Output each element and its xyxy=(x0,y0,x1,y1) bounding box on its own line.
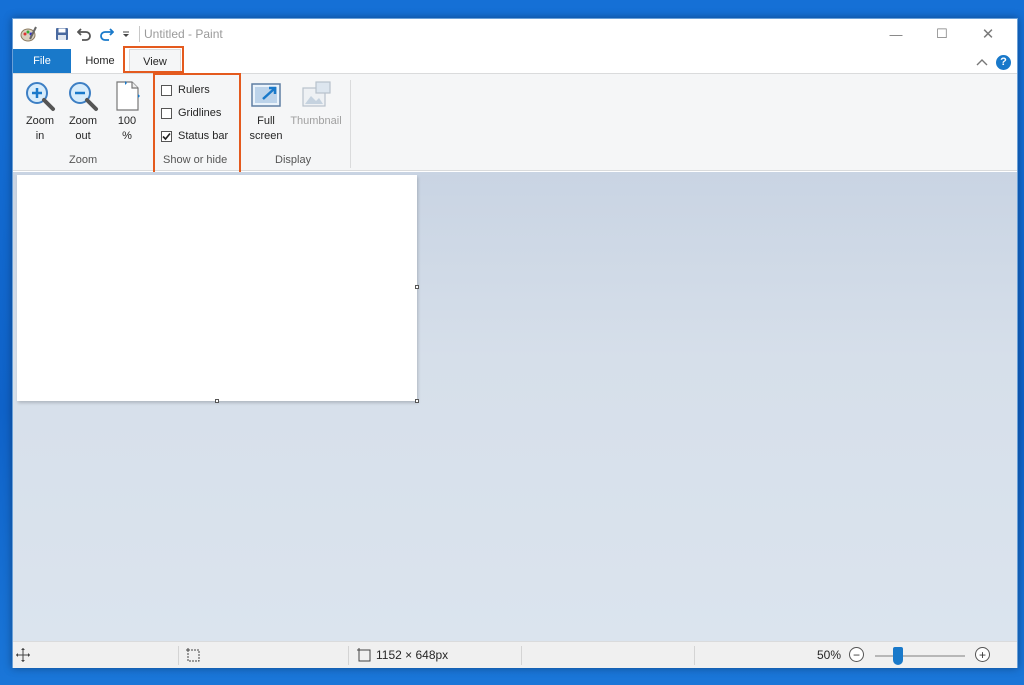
zoom-slider-thumb[interactable] xyxy=(893,647,903,665)
zoom-in-label-2: in xyxy=(35,130,45,142)
full-screen-label-2: screen xyxy=(249,130,283,142)
checkmark-icon xyxy=(162,132,171,140)
thumbnail-button[interactable]: Thumbnail xyxy=(289,80,343,129)
zoom-out-label-1: Zoom xyxy=(68,115,98,127)
status-separator xyxy=(178,646,179,665)
status-separator xyxy=(348,646,349,665)
selection-size-icon xyxy=(185,647,201,663)
tab-view[interactable]: View xyxy=(129,49,181,73)
paint-window: Untitled - Paint — ☐ ✕ File Home View ? … xyxy=(12,18,1018,668)
thumbnail-label: Thumbnail xyxy=(290,115,342,127)
paint-app-icon[interactable] xyxy=(19,25,37,43)
minimize-button[interactable]: — xyxy=(873,19,919,49)
zoom-in-label-1: Zoom xyxy=(25,115,55,127)
tab-file[interactable]: File xyxy=(13,49,71,73)
zoom-100-button[interactable]: 100 % xyxy=(110,80,144,144)
page-icon xyxy=(116,81,140,111)
zoom-in-icon xyxy=(26,82,55,111)
close-button[interactable]: ✕ xyxy=(965,19,1011,49)
gridlines-checkbox-box[interactable] xyxy=(161,107,172,119)
rulers-checkbox[interactable]: Rulers xyxy=(161,84,210,96)
rulers-checkbox-box[interactable] xyxy=(161,84,172,96)
zoom-group-label: Zoom xyxy=(69,154,98,166)
cursor-position-icon xyxy=(15,647,31,663)
gridlines-label: Gridlines xyxy=(178,107,222,119)
maximize-button[interactable]: ☐ xyxy=(919,19,965,49)
tab-home[interactable]: Home xyxy=(71,49,129,73)
status-bar-label: Status bar xyxy=(178,130,229,142)
drawing-canvas[interactable] xyxy=(17,175,417,401)
minus-icon: − xyxy=(849,647,864,662)
thumbnail-icon xyxy=(302,81,331,107)
status-separator xyxy=(694,646,695,665)
undo-icon[interactable] xyxy=(75,25,93,43)
show-hide-group-label: Show or hide xyxy=(163,154,228,166)
canvas-workspace[interactable] xyxy=(13,172,1017,641)
status-bar-checkbox[interactable]: Status bar xyxy=(161,130,228,142)
zoom-out-icon xyxy=(69,82,98,111)
zoom-out-label-2: out xyxy=(75,130,91,142)
status-bar: 1152 × 648px 50% − + xyxy=(13,641,1017,668)
resize-handle-bottom[interactable] xyxy=(215,399,219,403)
customize-quick-access-icon[interactable] xyxy=(117,25,135,43)
help-area: ? xyxy=(976,53,1011,71)
redo-icon[interactable] xyxy=(97,25,115,43)
zoom-in-button[interactable]: Zoom in xyxy=(23,80,57,144)
zoom-100-label-2: % xyxy=(122,130,132,142)
ribbon-view: Zoom in Zoom out 100 % Zoom Rulers Gridl… xyxy=(13,73,1017,171)
zoom-100-label-1: 100 xyxy=(117,115,137,127)
zoom-out-status-button[interactable]: − xyxy=(849,647,864,662)
zoom-out-button[interactable]: Zoom out xyxy=(66,80,100,144)
window-title: Untitled - Paint xyxy=(144,27,223,41)
gridlines-checkbox[interactable]: Gridlines xyxy=(161,107,221,119)
collapse-ribbon-icon[interactable] xyxy=(976,53,988,71)
full-screen-icon xyxy=(251,83,281,107)
status-bar-checkbox-box[interactable] xyxy=(161,130,172,142)
zoom-in-status-button[interactable]: + xyxy=(975,647,990,662)
rulers-label: Rulers xyxy=(178,84,210,96)
ribbon-tabs: File Home View ? xyxy=(13,49,1017,73)
title-bar: Untitled - Paint — ☐ ✕ xyxy=(13,19,1017,49)
title-separator xyxy=(139,26,140,42)
resize-handle-right[interactable] xyxy=(415,285,419,289)
full-screen-label-1: Full xyxy=(257,115,275,127)
zoom-level-text: 50% xyxy=(817,648,842,662)
group-separator xyxy=(239,80,240,168)
group-separator xyxy=(153,80,154,168)
plus-icon: + xyxy=(975,647,990,662)
save-icon[interactable] xyxy=(53,25,71,43)
group-separator xyxy=(350,80,351,168)
zoom-slider-track[interactable] xyxy=(875,655,965,657)
help-icon[interactable]: ? xyxy=(996,54,1011,70)
status-separator xyxy=(521,646,522,665)
image-size-text: 1152 × 648px xyxy=(376,648,449,662)
resize-handle-corner[interactable] xyxy=(415,399,419,403)
display-group-label: Display xyxy=(275,154,312,166)
image-size-icon xyxy=(356,647,372,663)
full-screen-button[interactable]: Full screen xyxy=(247,80,285,144)
